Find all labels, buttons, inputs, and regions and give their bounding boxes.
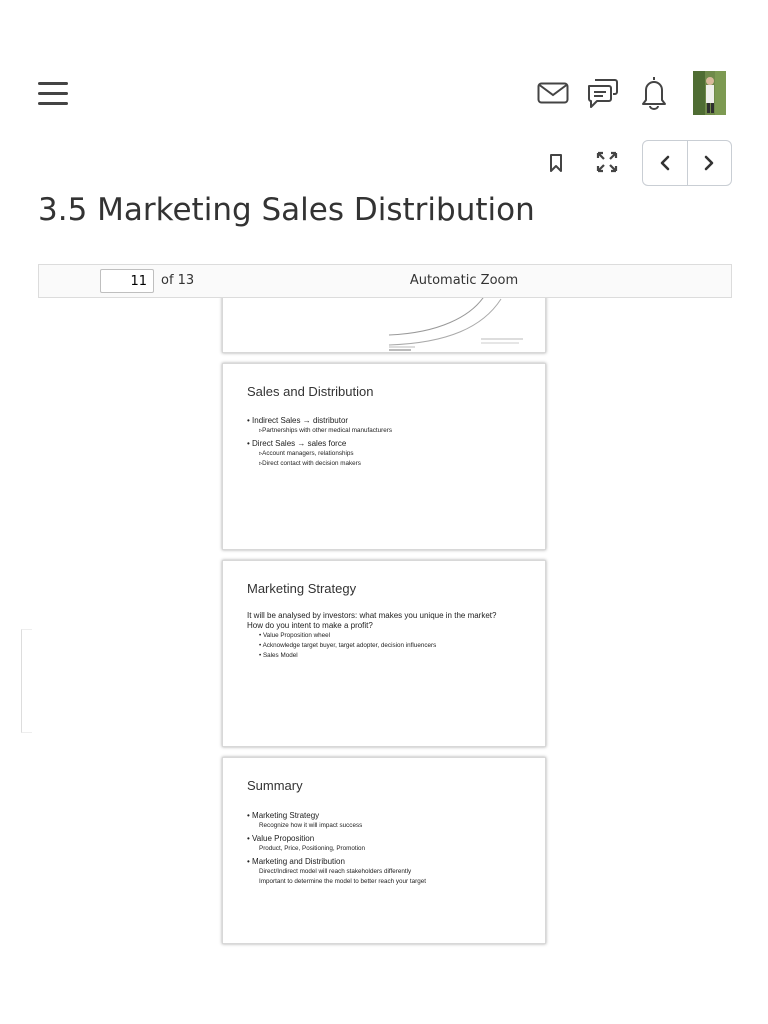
chevron-left-icon [660,155,670,171]
chevron-right-icon [704,155,714,171]
pdf-page-summary: Summary • Marketing Strategy Recognize h… [222,757,546,944]
discussions-button[interactable] [585,75,621,111]
bullet: • Marketing and Distribution [247,857,345,866]
side-panel-edge [21,629,32,733]
page-number-input[interactable] [100,269,154,293]
fullscreen-icon [596,151,618,173]
sub-bullet: ▹Partnerships with other medical manufac… [259,427,393,434]
bullet: • Marketing Strategy [247,811,320,820]
slide-body: It will be analysed by investors: what m… [247,611,529,661]
bookmark-icon [550,154,562,172]
sub-bullet: • Value Proposition wheel [259,632,331,639]
sub-bullet: Product, Price, Positioning, Promotion [259,845,366,852]
sub-bullet: • Acknowledge target buyer, target adopt… [259,642,437,649]
fullscreen-button[interactable] [589,144,625,180]
bullet: • Indirect Sales → distributor [247,416,349,425]
chat-icon [588,79,618,108]
previous-topic-button[interactable] [643,141,687,185]
pdf-toolbar: of 13 Automatic Zoom [38,264,732,298]
avatar[interactable] [693,71,726,115]
slide-body: • Indirect Sales → distributor ▹Partners… [247,415,529,469]
intro-line: It will be analysed by investors: what m… [247,611,497,620]
pdf-viewer[interactable]: Sales and Distribution • Indirect Sales … [38,298,732,998]
bookmark-button[interactable] [538,145,574,181]
messages-button[interactable] [535,75,571,111]
sub-bullet: • Sales Model [259,652,298,659]
zoom-select[interactable]: Automatic Zoom [379,273,549,288]
mail-icon [537,82,569,104]
sub-bullet: ▹Account managers, relationships [259,450,354,457]
notifications-button[interactable] [636,74,672,110]
menu-icon-bar [38,92,68,95]
avatar-image [693,71,726,115]
page-title: 3.5 Marketing Sales Distribution [38,192,535,228]
next-topic-button[interactable] [686,141,732,185]
menu-icon [38,82,68,85]
menu-icon-bar [38,102,68,105]
bullet: • Value Proposition [247,834,315,843]
slide-title: Sales and Distribution [247,384,374,399]
pdf-page-sales-distribution: Sales and Distribution • Indirect Sales … [222,363,546,550]
sub-bullet: Recognize how it will impact success [259,822,363,829]
page-count-label: of 13 [161,273,195,288]
slide-body: • Marketing Strategy Recognize how it wi… [247,810,529,887]
intro-line: How do you intent to make a profit? [247,621,373,630]
pdf-page-partial [222,298,546,353]
sub-bullet: Direct/Indirect model will reach stakeho… [259,868,412,875]
menu-button[interactable] [38,82,68,106]
sub-bullet: Important to determine the model to bett… [259,878,426,885]
slide-title: Marketing Strategy [247,581,357,596]
slide-title: Summary [247,778,303,793]
sub-bullet: ▹Direct contact with decision makers [259,460,361,467]
bullet: • Direct Sales → sales force [247,439,347,448]
topic-navigation [642,140,732,186]
bell-icon [642,77,666,110]
slide-decoration [388,298,523,351]
pdf-page-marketing-strategy: Marketing Strategy It will be analysed b… [222,560,546,747]
